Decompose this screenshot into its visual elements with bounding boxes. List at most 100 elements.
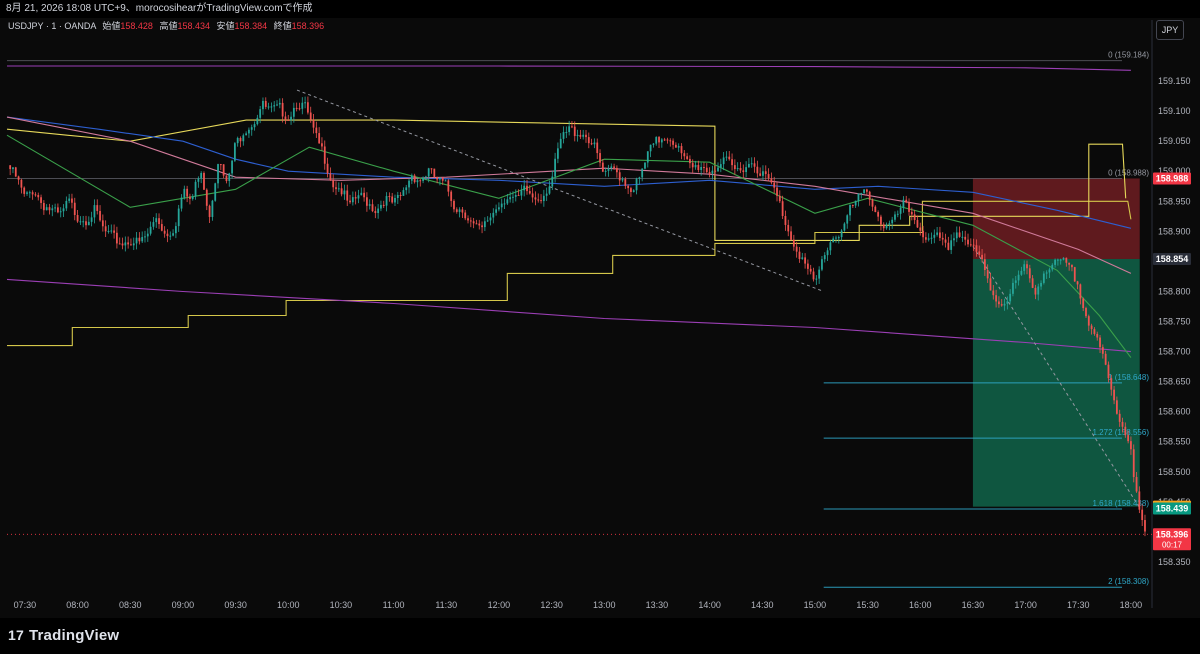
candle	[130, 244, 132, 246]
candle	[955, 232, 958, 239]
candle	[573, 126, 576, 137]
candle	[301, 102, 304, 109]
candle	[158, 218, 160, 225]
y-tick-label: 158.650	[1158, 377, 1191, 387]
candle	[31, 192, 34, 195]
candle	[51, 208, 54, 211]
candle	[776, 187, 778, 196]
candle	[1014, 280, 1017, 283]
x-tick-label: 12:30	[540, 600, 563, 610]
candle	[691, 163, 694, 168]
tradingview-logo[interactable]: 17 TradingView	[8, 627, 119, 644]
candle	[180, 197, 183, 209]
candle	[42, 202, 45, 211]
currency-button[interactable]: JPY	[1156, 20, 1184, 40]
candle	[351, 197, 354, 203]
candle	[1062, 257, 1065, 260]
candle	[312, 119, 315, 128]
candle	[576, 134, 579, 137]
candle	[79, 221, 82, 223]
candle	[284, 116, 287, 120]
x-tick-label: 16:30	[962, 600, 985, 610]
candle	[469, 220, 472, 222]
candle	[857, 193, 860, 201]
candle	[152, 222, 155, 227]
candle	[1040, 282, 1042, 287]
candle	[1009, 293, 1012, 302]
fib-level-label: 1.618 (158.438)	[1093, 499, 1150, 508]
y-tick-label: 158.500	[1158, 467, 1191, 477]
candle	[981, 254, 983, 260]
candle	[1017, 274, 1020, 281]
candle	[118, 243, 121, 245]
candle	[930, 237, 933, 239]
candle	[200, 172, 203, 179]
candle	[256, 117, 259, 125]
candle	[542, 195, 545, 202]
candle	[197, 178, 200, 182]
candle	[166, 233, 169, 237]
candle	[135, 237, 138, 244]
candle	[1057, 259, 1059, 261]
candle	[613, 166, 615, 168]
candle	[439, 177, 441, 180]
candle	[146, 233, 149, 237]
candle	[601, 162, 604, 172]
candle	[630, 188, 632, 192]
candle	[57, 207, 59, 213]
candle	[829, 242, 832, 251]
candle	[335, 187, 337, 190]
candle	[309, 112, 312, 120]
candle	[891, 219, 894, 224]
candle	[332, 180, 335, 188]
candle	[593, 142, 596, 145]
candle	[686, 156, 689, 159]
candle	[846, 215, 849, 224]
candle	[205, 189, 208, 206]
candle	[402, 190, 405, 196]
close-value: 158.396	[291, 21, 325, 31]
candle	[540, 200, 542, 202]
candle	[9, 165, 12, 170]
candle	[245, 133, 248, 136]
candle	[380, 204, 382, 209]
open-label: 始値	[102, 21, 121, 31]
candle	[239, 137, 242, 142]
candle	[382, 204, 385, 206]
candle	[927, 238, 930, 240]
candle	[660, 139, 663, 143]
candle	[998, 301, 1000, 305]
candle	[318, 133, 321, 144]
candle	[326, 163, 329, 174]
candle	[276, 104, 278, 106]
candle	[983, 259, 986, 271]
candle	[225, 175, 228, 182]
price-chart[interactable]: 159.150159.100159.050159.000158.950158.9…	[0, 0, 1200, 654]
candle	[1073, 267, 1076, 282]
candle	[520, 190, 523, 196]
candle	[54, 207, 57, 209]
low-label: 安値	[216, 21, 235, 31]
candle	[177, 208, 180, 227]
candle	[531, 193, 534, 198]
candle	[677, 146, 680, 148]
candle	[377, 208, 380, 213]
candle	[545, 193, 548, 196]
candle	[315, 127, 318, 134]
fib-level-label: 0 (159.184)	[1108, 51, 1149, 60]
x-tick-label: 08:00	[66, 600, 89, 610]
candle	[1068, 262, 1071, 265]
candle	[116, 232, 118, 244]
candle	[821, 259, 823, 270]
candle	[1031, 278, 1034, 288]
candle	[944, 239, 947, 243]
candle	[742, 170, 745, 173]
candle	[860, 193, 863, 195]
candle	[455, 209, 458, 212]
candle	[719, 164, 722, 168]
candle	[23, 187, 26, 194]
candle	[203, 172, 205, 190]
candle	[736, 168, 739, 170]
symbol-name[interactable]: USDJPY · 1 · OANDA	[8, 21, 96, 31]
candle	[649, 144, 652, 152]
